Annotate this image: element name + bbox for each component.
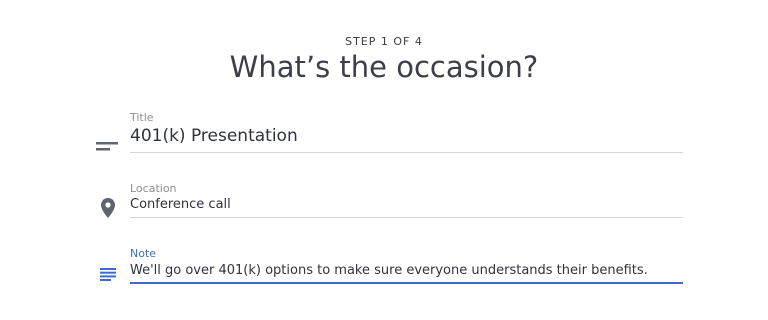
title-input[interactable]: 401(k) Presentation bbox=[130, 126, 298, 146]
note-label: Note bbox=[130, 247, 157, 260]
location-field[interactable]: Location Conference call bbox=[96, 180, 686, 220]
short-text-icon bbox=[96, 137, 118, 156]
note-input[interactable]: We'll go over 401(k) options to make sur… bbox=[130, 263, 648, 278]
note-field[interactable]: Note We'll go over 401(k) options to mak… bbox=[96, 246, 686, 286]
page-title: What’s the occasion? bbox=[229, 50, 539, 84]
step-indicator: STEP 1 OF 4 bbox=[345, 35, 423, 48]
title-field[interactable]: Title 401(k) Presentation bbox=[96, 108, 686, 158]
title-underline bbox=[130, 152, 683, 153]
notes-icon bbox=[100, 266, 116, 285]
note-underline bbox=[130, 282, 683, 284]
location-underline bbox=[130, 217, 683, 218]
location-pin-icon bbox=[101, 198, 115, 222]
location-input[interactable]: Conference call bbox=[130, 197, 231, 212]
location-label: Location bbox=[130, 182, 177, 195]
title-label: Title bbox=[130, 111, 154, 124]
